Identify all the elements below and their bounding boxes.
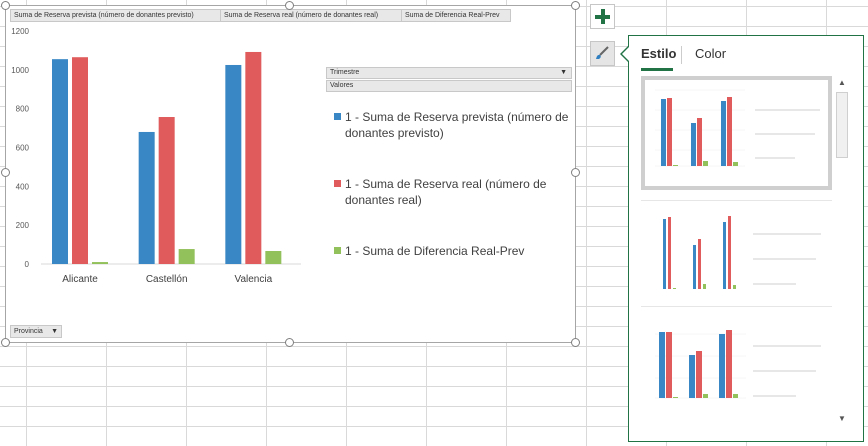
chart-style-pane: Estilo Color ▲ ▼ [628,35,864,442]
legend-item-3[interactable]: 1 - Suma de Diferencia Real-Prev [334,243,574,259]
valores-field: Valores [326,80,572,92]
legend-item-2[interactable]: 1 - Suma de Reserva real (número de dona… [334,176,574,208]
dropdown-arrow-icon: ▼ [560,69,567,76]
pane-pointer-inner [622,47,629,61]
style-preview-chart-2 [663,216,821,289]
legend-item-1[interactable]: 1 - Suma de Reserva prevista (número de … [334,109,574,141]
active-tab-indicator [641,68,673,71]
legend-swatch-2 [334,180,341,187]
plus-icon [595,9,610,24]
bar-3-valencia[interactable] [265,250,282,264]
scroll-up-icon[interactable]: ▲ [835,76,849,90]
category-label: Alicante [62,274,98,285]
provincia-field-button[interactable]: Provincia ▼ [10,325,62,338]
legend-text-3: 1 - Suma de Diferencia Real-Prev [345,244,525,258]
bar-3-castellón[interactable] [178,249,195,264]
tab-color[interactable]: Color [695,46,726,61]
resize-handle-bottom-left[interactable] [1,338,10,347]
bar-1-castellón[interactable] [138,131,155,264]
y-tick-label: 600 [16,144,30,153]
thumbnail-separator [641,306,832,307]
bar-3-alicante[interactable] [92,262,108,264]
style-preview-chart-1 [655,89,820,167]
bar-2-valencia[interactable] [245,51,262,264]
pane-scrollbar[interactable]: ▲ ▼ [835,76,849,428]
resize-handle-top-left[interactable] [1,1,10,10]
tab-estilo[interactable]: Estilo [641,46,676,61]
bar-2-alicante[interactable] [72,57,88,265]
legend-text-2: 1 - Suma de Reserva real (número de dona… [345,177,547,207]
chart-elements-button[interactable] [590,4,615,29]
plot-area[interactable]: 0 200 400 600 800 1000 1200 Alicante Castellón Va… [6,6,577,344]
provincia-label: Provincia [14,328,43,335]
style-thumbnail-3[interactable] [641,316,832,430]
thumbnail-separator [641,200,832,201]
resize-handle-middle-left[interactable] [1,168,10,177]
y-tick-label: 200 [16,221,30,230]
resize-handle-bottom-center[interactable] [285,338,294,347]
resize-handle-top-center[interactable] [285,1,294,10]
scroll-thumb[interactable] [836,92,848,158]
tab-divider [681,46,682,64]
y-tick-label: 400 [16,182,30,191]
style-preview-chart-3 [655,330,821,399]
resize-handle-middle-right[interactable] [571,168,580,177]
trimestre-label: Trimestre [330,69,360,76]
style-thumbnail-1[interactable] [641,76,832,190]
resize-handle-top-right[interactable] [571,1,580,10]
chart-styles-button[interactable] [590,41,615,66]
bar-1-alicante[interactable] [52,59,68,264]
legend-text-1: 1 - Suma de Reserva prevista (número de … [345,110,569,140]
resize-handle-bottom-right[interactable] [571,338,580,347]
y-tick-label: 0 [25,260,30,269]
y-tick-label: 1000 [11,66,29,75]
category-label: Valencia [235,274,273,285]
legend-swatch-1 [334,113,341,120]
y-tick-label: 800 [16,105,30,114]
category-label: Castellón [146,274,188,285]
dropdown-arrow-icon: ▼ [51,328,58,335]
style-thumbnail-2[interactable] [641,204,832,318]
scroll-down-icon[interactable]: ▼ [835,412,849,426]
brush-icon [596,46,609,59]
bar-2-castellón[interactable] [158,117,175,264]
trimestre-filter-button[interactable]: Trimestre ▼ [326,67,572,79]
y-tick-label: 1200 [11,27,29,36]
legend-swatch-3 [334,247,341,254]
pivot-chart[interactable]: Suma de Reserva prevista (número de dona… [5,5,576,343]
bar-1-valencia[interactable] [225,64,242,264]
valores-label: Valores [330,82,354,89]
